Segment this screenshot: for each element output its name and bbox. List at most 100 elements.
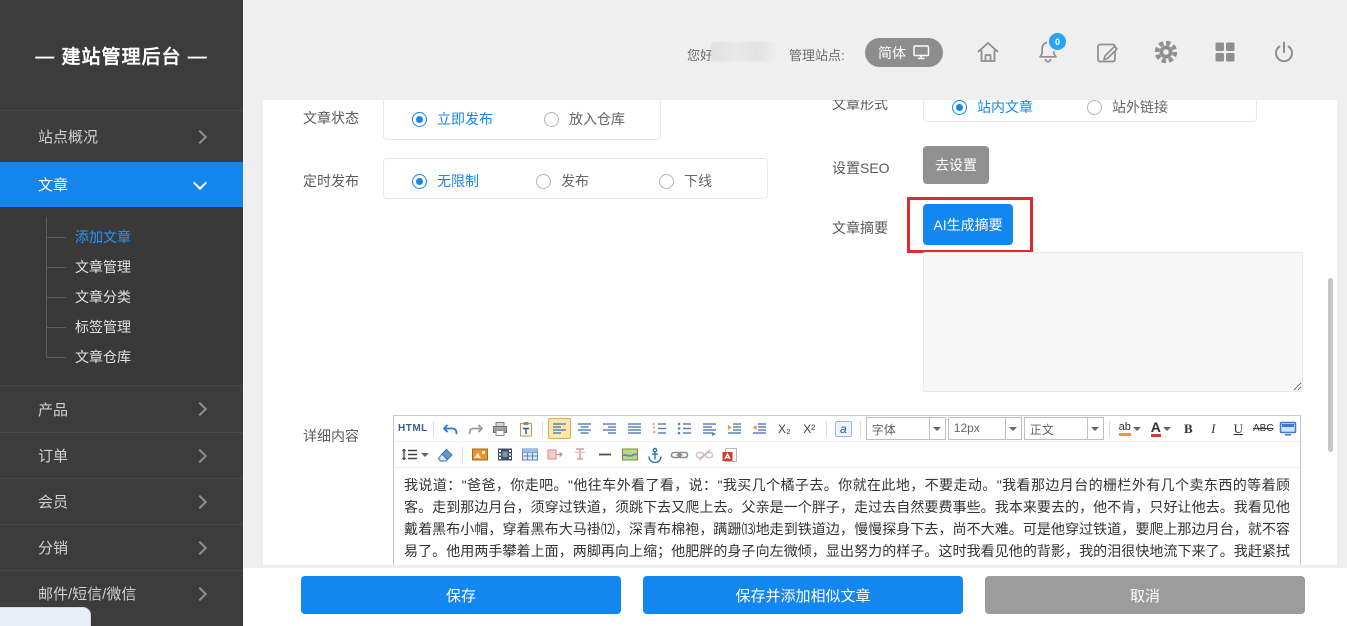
summary-textarea[interactable] xyxy=(923,252,1303,392)
italic-button[interactable]: I xyxy=(1202,418,1225,439)
language-switch-button[interactable]: 简体 xyxy=(865,38,943,67)
radio-put-in-warehouse[interactable]: 放入仓库 xyxy=(544,109,625,129)
paragraph-format-select[interactable]: 正文 xyxy=(1024,417,1104,440)
sidebar-item-products[interactable]: 产品 xyxy=(0,385,243,432)
quick-format-icon[interactable] xyxy=(568,444,591,465)
font-size-value: 12px xyxy=(949,418,1005,439)
schedule-label: 定时发布 xyxy=(303,171,359,191)
font-size-select[interactable]: 12px xyxy=(948,417,1022,440)
vertical-scrollbar-thumb[interactable] xyxy=(1328,278,1333,452)
select-caret xyxy=(1005,418,1021,439)
radio-unchecked-icon xyxy=(544,112,559,127)
radio-label: 发布 xyxy=(561,171,589,191)
align-left-icon[interactable] xyxy=(548,418,571,439)
line-height-icon[interactable] xyxy=(398,444,432,465)
editor-content-area[interactable]: 我说道："爸爸，你走吧。"他往车外看了看，说："我买几个橘子去。你就在此地，不要… xyxy=(394,468,1300,565)
chevron-right-icon xyxy=(193,586,207,600)
paste-text-icon[interactable] xyxy=(514,418,537,439)
editor-toolbar-row1: HTML X₂ X² a xyxy=(394,416,1300,442)
fullscreen-icon[interactable] xyxy=(1277,418,1300,439)
power-logout-icon[interactable] xyxy=(1270,38,1298,66)
insert-link-icon[interactable] xyxy=(668,444,691,465)
radio-internal-article[interactable]: 站内文章 xyxy=(952,100,1033,117)
ai-generate-summary-button[interactable]: AI生成摘要 xyxy=(923,204,1013,245)
insert-table-icon[interactable] xyxy=(518,444,541,465)
horizontal-rule-icon[interactable] xyxy=(593,444,616,465)
align-center-icon[interactable] xyxy=(573,418,596,439)
subscript-label: X₂ xyxy=(778,422,791,436)
html-source-button[interactable]: HTML xyxy=(398,418,428,439)
submenu-item-article-category[interactable]: 文章分类 xyxy=(0,282,243,312)
print-icon[interactable] xyxy=(489,418,512,439)
insert-map-icon[interactable] xyxy=(618,444,641,465)
outdent-icon[interactable] xyxy=(748,418,771,439)
indent-icon[interactable] xyxy=(723,418,746,439)
submenu-item-article-warehouse[interactable]: 文章仓库 xyxy=(0,342,243,372)
submenu-item-tag-management[interactable]: 标签管理 xyxy=(0,312,243,342)
sidebar-item-orders[interactable]: 订单 xyxy=(0,432,243,478)
sidebar-item-articles[interactable]: 文章 xyxy=(0,162,243,207)
article-form-options-box: 站内文章 站外链接 xyxy=(923,100,1257,122)
unlink-icon[interactable] xyxy=(693,444,716,465)
font-color-icon[interactable]: A xyxy=(1147,418,1175,439)
sidebar-item-label: 站点概况 xyxy=(38,126,98,147)
insert-image-icon[interactable] xyxy=(468,444,491,465)
submenu-label: 文章仓库 xyxy=(75,349,131,365)
anchor-icon[interactable] xyxy=(643,444,666,465)
align-right-icon[interactable] xyxy=(598,418,621,439)
language-label: 简体 xyxy=(878,43,906,63)
sidebar-item-label: 邮件/短信/微信 xyxy=(38,583,136,604)
radio-checked-icon xyxy=(952,100,967,115)
sidebar-item-site-overview[interactable]: 站点概况 xyxy=(0,110,243,162)
radio-publish[interactable]: 发布 xyxy=(536,171,589,191)
radio-external-link[interactable]: 站外链接 xyxy=(1087,100,1168,117)
remove-format-eraser-icon[interactable] xyxy=(434,444,457,465)
highlight-color-icon[interactable]: ab xyxy=(1115,418,1145,439)
apps-grid-icon[interactable] xyxy=(1211,38,1239,66)
subscript-icon[interactable]: X₂ xyxy=(773,418,796,439)
save-button[interactable]: 保存 xyxy=(301,576,621,614)
submenu-item-add-article[interactable]: 添加文章 xyxy=(0,222,243,252)
underline-label: U xyxy=(1234,421,1243,437)
radio-publish-now[interactable]: 立即发布 xyxy=(412,109,493,129)
html-label: HTML xyxy=(398,423,428,434)
insert-media-icon[interactable] xyxy=(493,444,516,465)
radio-label: 立即发布 xyxy=(437,109,493,129)
underline-button[interactable]: U xyxy=(1227,418,1250,439)
greeting-text: 您好 xyxy=(687,45,713,64)
sidebar-item-label: 产品 xyxy=(38,399,68,420)
font-family-select[interactable]: 字体 xyxy=(866,417,946,440)
settings-gear-icon[interactable] xyxy=(1152,38,1180,66)
submenu-item-article-management[interactable]: 文章管理 xyxy=(0,252,243,282)
radio-offline[interactable]: 下线 xyxy=(659,171,712,191)
font-color-label: A xyxy=(1151,421,1161,437)
align-justify-icon[interactable] xyxy=(623,418,646,439)
sidebar-item-label: 文章 xyxy=(38,174,68,195)
page-break-icon[interactable] xyxy=(543,444,566,465)
cancel-button[interactable]: 取消 xyxy=(985,576,1305,614)
chevron-right-icon xyxy=(193,448,207,462)
strikethrough-label: ABC xyxy=(1253,423,1274,434)
home-icon[interactable] xyxy=(974,38,1002,66)
autotypeset-icon[interactable]: a xyxy=(832,418,855,439)
edit-icon[interactable] xyxy=(1093,38,1121,66)
bold-button[interactable]: B xyxy=(1177,418,1200,439)
radio-label: 站外链接 xyxy=(1112,100,1168,117)
sidebar-item-distribution[interactable]: 分销 xyxy=(0,524,243,570)
radio-label: 无限制 xyxy=(437,171,479,191)
radio-no-limit[interactable]: 无限制 xyxy=(412,171,479,191)
strikethrough-button[interactable]: ABC xyxy=(1252,418,1275,439)
rich-text-editor: HTML X₂ X² a xyxy=(393,415,1301,565)
footer-action-bar: 保存 保存并添加相似文章 取消 xyxy=(243,568,1347,626)
ordered-list-icon[interactable] xyxy=(648,418,671,439)
superscript-icon[interactable]: X² xyxy=(798,418,821,439)
redo-icon[interactable] xyxy=(464,418,487,439)
unordered-list-icon[interactable] xyxy=(673,418,696,439)
undo-icon[interactable] xyxy=(439,418,462,439)
paragraph-indent-icon[interactable] xyxy=(698,418,721,439)
seo-setup-button[interactable]: 去设置 xyxy=(923,146,989,184)
article-edit-panel: 文章形式 站内文章 站外链接 文章状态 立即发布 放入仓库 定时发布 xyxy=(263,100,1337,565)
sidebar-item-members[interactable]: 会员 xyxy=(0,478,243,524)
import-word-icon[interactable] xyxy=(718,444,741,465)
save-and-add-similar-button[interactable]: 保存并添加相似文章 xyxy=(643,576,963,614)
